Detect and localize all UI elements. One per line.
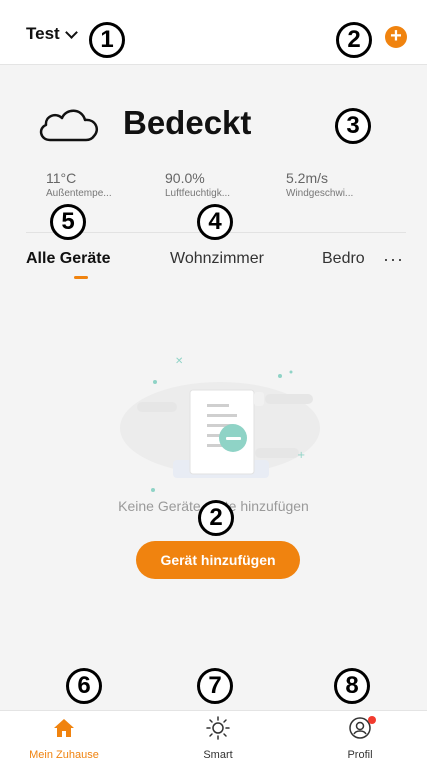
home-icon xyxy=(54,719,74,737)
metric-temperature: 11°C Außentempe... xyxy=(46,170,136,199)
annotation-marker-2-center: 2 xyxy=(198,500,234,536)
nav-home[interactable]: Mein Zuhause xyxy=(14,711,114,764)
chevron-down-icon xyxy=(64,25,78,39)
temperature-value: 11°C xyxy=(46,170,77,186)
humidity-label: Luftfeuchtigk... xyxy=(165,188,231,199)
weather-condition: Bedeckt xyxy=(123,104,252,141)
tab-active-indicator xyxy=(74,276,88,279)
cloud-icon xyxy=(36,108,102,147)
svg-text:+: + xyxy=(297,450,305,461)
notification-dot xyxy=(368,716,376,724)
tab-all-devices[interactable]: Alle Geräte xyxy=(26,250,110,268)
annotation-marker-1: 1 xyxy=(89,22,125,58)
tab-living-room[interactable]: Wohnzimmer xyxy=(170,250,264,268)
annotation-marker-4: 4 xyxy=(197,204,233,240)
more-tabs-icon[interactable]: ··· xyxy=(383,249,404,270)
nav-profile-label: Profil xyxy=(347,749,373,761)
annotation-marker-2-top: 2 xyxy=(336,22,372,58)
sun-icon xyxy=(206,716,230,740)
svg-text:✕: ✕ xyxy=(175,356,183,367)
temperature-label: Außentempe... xyxy=(46,188,112,199)
home-selector[interactable]: Test xyxy=(26,24,78,44)
empty-devices-illustration: ✕ + xyxy=(115,352,325,497)
wind-value: 5.2m/s xyxy=(286,170,329,186)
humidity-value: 90.0% xyxy=(165,170,205,186)
plus-icon: + xyxy=(390,25,402,47)
wind-label: Windgeschwi... xyxy=(286,188,354,199)
nav-home-label: Mein Zuhause xyxy=(29,749,99,761)
annotation-marker-8: 8 xyxy=(334,668,370,704)
nav-profile[interactable]: Profil xyxy=(310,711,410,764)
home-name: Test xyxy=(26,24,60,43)
add-device-button[interactable]: Gerät hinzufügen xyxy=(136,541,300,579)
nav-smart[interactable]: Smart xyxy=(168,711,268,764)
annotation-marker-5: 5 xyxy=(50,204,86,240)
annotation-marker-7: 7 xyxy=(197,668,233,704)
annotation-marker-3: 3 xyxy=(335,108,371,144)
bottom-navigation: Mein Zuhause Smart Profil xyxy=(0,710,427,764)
nav-smart-label: Smart xyxy=(203,749,233,761)
add-button[interactable]: + xyxy=(385,26,407,48)
metric-humidity: 90.0% Luftfeuchtigk... xyxy=(165,170,255,199)
annotation-marker-6: 6 xyxy=(66,668,102,704)
tab-bedroom[interactable]: Bedro xyxy=(322,250,372,268)
metric-wind: 5.2m/s Windgeschwi... xyxy=(286,170,376,199)
